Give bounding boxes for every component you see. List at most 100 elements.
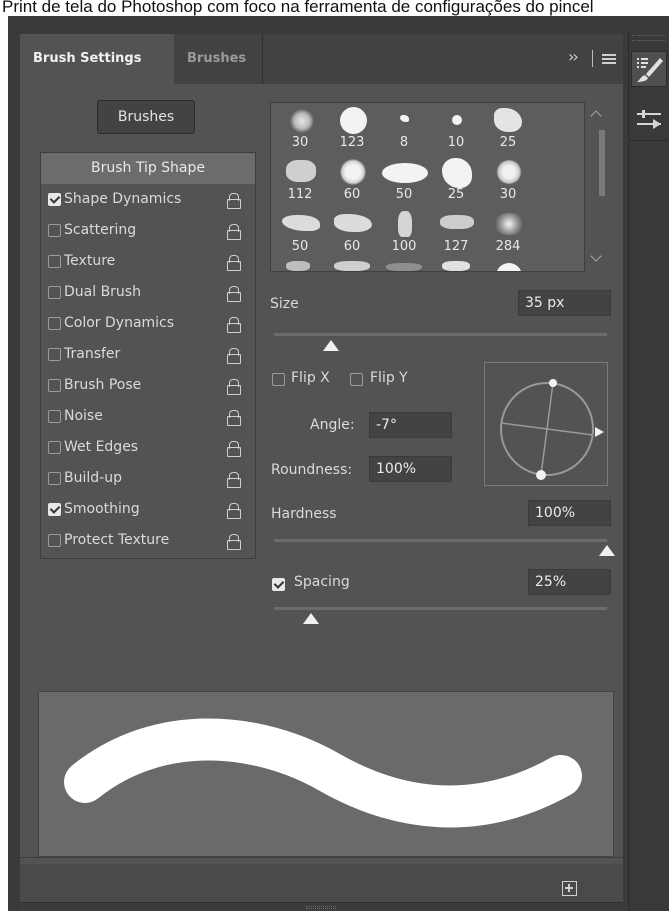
brush-tip[interactable] — [430, 261, 482, 271]
shape-dynamics-checkbox[interactable] — [48, 193, 61, 206]
spacing-checkbox[interactable] — [272, 578, 285, 591]
brush-tip[interactable]: 50 — [378, 157, 430, 209]
brush-tip[interactable]: 284 — [482, 209, 534, 261]
flip-x-checkbox[interactable] — [272, 373, 285, 386]
lock-icon[interactable] — [227, 348, 241, 364]
lock-icon[interactable] — [227, 441, 241, 457]
tab-brush-settings[interactable]: Brush Settings — [20, 34, 174, 84]
brush-tip[interactable]: 127 — [430, 209, 482, 261]
brush-tip[interactable] — [378, 261, 430, 271]
brush-tip[interactable] — [326, 261, 378, 271]
color-dynamics-checkbox[interactable] — [48, 317, 61, 330]
option-shape-dynamics[interactable]: Shape Dynamics — [41, 184, 255, 215]
option-dual-brush[interactable]: Dual Brush — [41, 277, 255, 308]
option-label: Scattering — [64, 222, 137, 238]
wet-edges-checkbox[interactable] — [48, 441, 61, 454]
size-input[interactable]: 35 px — [518, 290, 611, 316]
texture-checkbox[interactable] — [48, 255, 61, 268]
option-color-dynamics[interactable]: Color Dynamics — [41, 308, 255, 339]
scroll-down-icon[interactable] — [590, 250, 602, 262]
grass-brush-icon — [440, 215, 474, 229]
transfer-checkbox[interactable] — [48, 348, 61, 361]
lock-icon[interactable] — [227, 193, 241, 209]
spacing-label: Spacing — [294, 574, 350, 590]
small-splatter-brush-icon — [400, 115, 409, 122]
smoothing-checkbox[interactable] — [48, 503, 61, 516]
small-round-brush-icon — [452, 115, 462, 125]
brush-tip-grid: 30 123 8 10 25 112 60 50 25 30 50 60 100… — [270, 102, 585, 272]
lock-icon[interactable] — [227, 503, 241, 519]
option-brush-tip-shape[interactable]: Brush Tip Shape — [41, 153, 255, 184]
flip-y-checkbox[interactable] — [350, 373, 363, 386]
tab-brushes[interactable]: Brushes — [174, 34, 259, 84]
panel-menu-icon[interactable] — [602, 54, 616, 64]
expand-panels-icon[interactable]: ›› — [568, 47, 579, 66]
brush-tip[interactable]: 25 — [430, 157, 482, 209]
option-texture[interactable]: Texture — [41, 246, 255, 277]
brush-tip[interactable]: 60 — [326, 157, 378, 209]
noise-checkbox[interactable] — [48, 410, 61, 423]
brush-presets-icon[interactable] — [631, 102, 667, 138]
brush-tip[interactable]: 30 — [482, 157, 534, 209]
option-transfer[interactable]: Transfer — [41, 339, 255, 370]
brush-pose-checkbox[interactable] — [48, 379, 61, 392]
lock-icon[interactable] — [227, 379, 241, 395]
option-scattering[interactable]: Scattering — [41, 215, 255, 246]
soft-round-brush-icon — [290, 109, 314, 133]
brush-grid-scrollbar[interactable] — [585, 102, 617, 272]
option-protect-texture[interactable]: Protect Texture — [41, 525, 255, 556]
lock-icon[interactable] — [227, 317, 241, 333]
angle-input[interactable]: -7° — [369, 412, 452, 438]
panel-resize-bar[interactable] — [20, 902, 623, 911]
option-noise[interactable]: Noise — [41, 401, 255, 432]
dock-grip-icon[interactable] — [632, 35, 666, 41]
lock-icon[interactable] — [227, 410, 241, 426]
size-slider-thumb[interactable] — [322, 340, 339, 351]
hardness-input[interactable]: 100% — [528, 500, 611, 526]
lock-icon[interactable] — [227, 534, 241, 550]
scroll-thumb[interactable] — [599, 130, 605, 196]
brush-tip[interactable]: 10 — [430, 105, 482, 157]
option-wet-edges[interactable]: Wet Edges — [41, 432, 255, 463]
lock-icon[interactable] — [227, 255, 241, 271]
brush-tip[interactable]: 100 — [378, 209, 430, 261]
size-label: Size — [270, 296, 299, 312]
hardness-slider-thumb[interactable] — [599, 545, 615, 556]
build-up-checkbox[interactable] — [48, 472, 61, 485]
scattering-checkbox[interactable] — [48, 224, 61, 237]
lock-icon[interactable] — [227, 224, 241, 240]
spacing-slider-track[interactable] — [274, 607, 607, 610]
brush-tip[interactable]: 60 — [326, 209, 378, 261]
brush-size: 10 — [447, 135, 465, 150]
option-brush-pose[interactable]: Brush Pose — [41, 370, 255, 401]
brush-size: 50 — [291, 239, 309, 254]
size-slider-track[interactable] — [274, 333, 607, 336]
option-build-up[interactable]: Build-up — [41, 463, 255, 494]
option-smoothing[interactable]: Smoothing — [41, 494, 255, 525]
roundness-input[interactable]: 100% — [369, 456, 452, 482]
brush-size: 112 — [287, 187, 313, 202]
brush-settings-icon[interactable] — [631, 51, 667, 87]
lock-icon[interactable] — [227, 472, 241, 488]
brush-tip[interactable]: 30 — [274, 105, 326, 157]
dual-brush-checkbox[interactable] — [48, 286, 61, 299]
new-brush-preset-icon[interactable] — [562, 881, 577, 896]
hardness-slider-track[interactable] — [274, 539, 607, 542]
brush-angle-widget[interactable] — [484, 362, 608, 486]
brush-tip[interactable]: 123 — [326, 105, 378, 157]
brush-tip[interactable]: 8 — [378, 105, 430, 157]
scroll-up-icon[interactable] — [590, 110, 602, 122]
brush-tip[interactable]: 112 — [274, 157, 326, 209]
lock-icon[interactable] — [227, 286, 241, 302]
protect-texture-checkbox[interactable] — [48, 534, 61, 547]
brush-icon — [496, 263, 522, 271]
texture-brush-icon — [286, 160, 316, 182]
brush-tip[interactable] — [274, 261, 326, 271]
brushes-button[interactable]: Brushes — [97, 100, 195, 134]
brush-tip[interactable]: 25 — [482, 105, 534, 157]
spacing-input[interactable]: 25% — [528, 569, 611, 595]
resize-grip-icon[interactable] — [306, 906, 336, 909]
brush-tip[interactable] — [482, 261, 534, 271]
spacing-slider-thumb[interactable] — [302, 613, 319, 624]
brush-tip[interactable]: 50 — [274, 209, 326, 261]
